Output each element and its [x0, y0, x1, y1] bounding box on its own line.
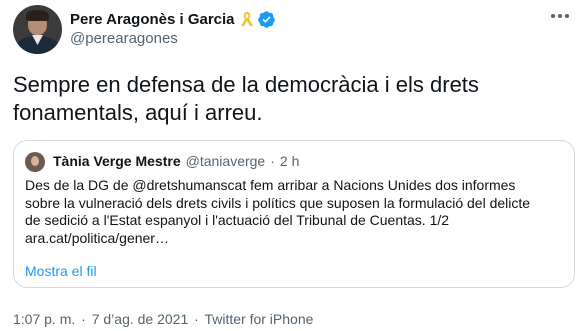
author-handle[interactable]: @perearagones	[70, 30, 178, 47]
more-dot	[565, 14, 569, 18]
author-display-name[interactable]: Pere Aragonès i Garcia	[70, 11, 235, 28]
tweet-text-line: Sempre en defensa de la democràcia i els…	[13, 72, 479, 97]
more-options-icon[interactable]	[551, 14, 569, 18]
tweet-metadata: 1:07 p. m. · 7 d’ag. de 2021 · Twitter f…	[13, 311, 313, 327]
quoted-tweet-card[interactable]: Tània Verge Mestre @taniaverge · 2 h Des…	[13, 140, 575, 288]
quoted-text-line: Des de la DG de @dretshumanscat fem arri…	[25, 177, 516, 193]
quoted-author-avatar	[25, 152, 45, 172]
verified-badge-icon	[257, 10, 276, 29]
quoted-text-link: ara.cat/politica/gener…	[25, 229, 169, 246]
tweet-text-line: fonamentals, aquí i arreu.	[13, 100, 263, 125]
show-thread-link[interactable]: Mostra el fil	[25, 263, 97, 279]
quoted-text-line: de sedició a l'Estat espanyol i l'actuac…	[25, 212, 450, 229]
more-dot	[551, 14, 555, 18]
tweet-date[interactable]: 7 d’ag. de 2021	[92, 311, 189, 327]
author-name-row[interactable]: Pere Aragonès i Garcia	[70, 9, 276, 29]
more-dot	[558, 14, 562, 18]
quoted-tweet-time: 2 h	[279, 153, 300, 169]
meta-separator: ·	[81, 311, 86, 327]
meta-separator: ·	[194, 311, 199, 327]
quoted-avatar-face	[31, 156, 39, 166]
quoted-author-name: Tània Verge Mestre	[53, 153, 181, 169]
quoted-separator: ·	[270, 153, 275, 169]
tweet-source[interactable]: Twitter for iPhone	[204, 311, 313, 327]
avatar-hair	[26, 10, 49, 21]
quoted-author-handle: @taniaverge	[185, 153, 266, 169]
tweet-text: Sempre en defensa de la democràcia i els…	[13, 71, 573, 127]
quoted-tweet-text: Des de la DG de @dretshumanscat fem arri…	[25, 177, 565, 247]
quoted-text-line: sobre la vulneració dels drets civils i …	[25, 194, 531, 211]
tweet-time[interactable]: 1:07 p. m.	[13, 311, 75, 327]
quoted-tweet-header: Tània Verge Mestre @taniaverge · 2 h	[53, 153, 299, 169]
author-avatar[interactable]	[13, 5, 62, 54]
yellow-ribbon-icon	[240, 10, 254, 28]
